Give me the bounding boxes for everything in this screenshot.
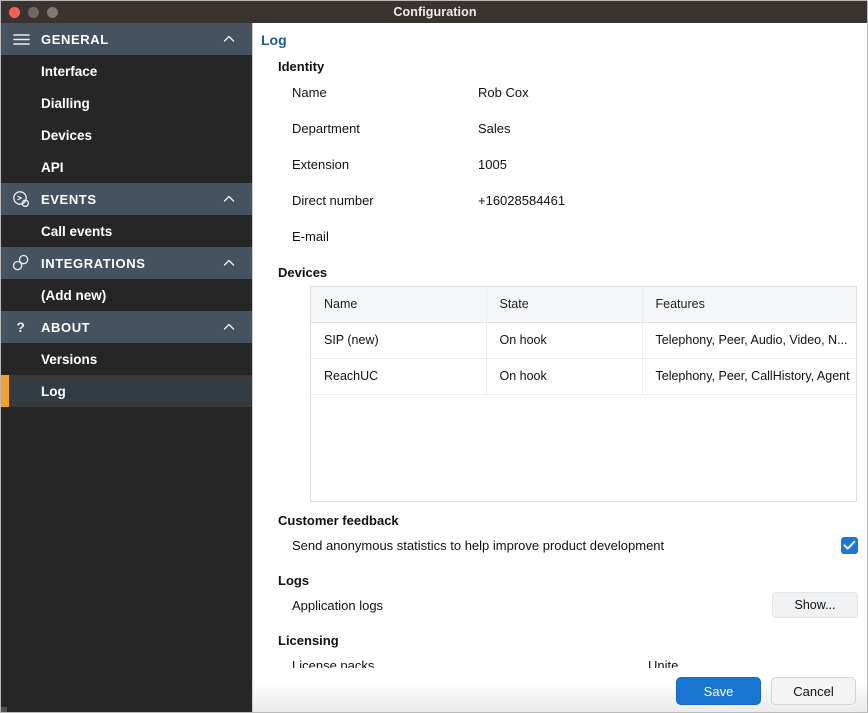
sidebar-section-label: GENERAL bbox=[41, 31, 109, 47]
call-event-icon bbox=[1, 190, 41, 208]
field-label: Name bbox=[292, 84, 327, 100]
sidebar-section-integrations[interactable]: INTEGRATIONS bbox=[1, 247, 252, 279]
table-row[interactable]: SIP (new) On hook Telephony, Peer, Audio… bbox=[311, 322, 856, 359]
svg-text:?: ? bbox=[16, 319, 25, 335]
field-value: Sales bbox=[478, 120, 511, 136]
minimize-button[interactable] bbox=[28, 6, 39, 18]
sidebar-section-about[interactable]: ? ABOUT bbox=[1, 311, 252, 343]
devices-section-title: Devices bbox=[278, 265, 328, 280]
column-header-name[interactable]: Name bbox=[311, 287, 487, 323]
chevron-up-icon[interactable] bbox=[222, 320, 236, 334]
field-value: Rob Cox bbox=[478, 84, 529, 100]
customer-feedback-row: Send anonymous statistics to help improv… bbox=[253, 528, 867, 562]
sidebar-empty-area bbox=[1, 407, 252, 707]
identity-section-title: Identity bbox=[278, 59, 325, 74]
window-titlebar: Configuration bbox=[1, 1, 867, 23]
cell-name: ReachUC bbox=[311, 358, 487, 395]
identity-row-name: Name Rob Cox bbox=[253, 74, 867, 110]
sidebar-item-dialling[interactable]: Dialling bbox=[1, 87, 252, 119]
show-logs-button[interactable]: Show... bbox=[772, 592, 858, 618]
cell-name: SIP (new) bbox=[311, 322, 487, 359]
sidebar-item-label: Interface bbox=[41, 63, 98, 79]
anonymous-statistics-checkbox[interactable] bbox=[841, 536, 858, 554]
devices-table-container: Name State Features SIP (new) On hook Te… bbox=[310, 286, 857, 502]
table-row[interactable]: ReachUC On hook Telephony, Peer, CallHis… bbox=[311, 358, 856, 395]
identity-row-extension: Extension 1005 bbox=[253, 146, 867, 182]
sidebar: GENERAL Interface Dialling Devices API E… bbox=[1, 23, 252, 712]
devices-table: Name State Features SIP (new) On hook Te… bbox=[311, 287, 856, 395]
column-header-state[interactable]: State bbox=[486, 287, 643, 323]
sidebar-section-general[interactable]: GENERAL bbox=[1, 23, 252, 55]
sidebar-item-label: Call events bbox=[41, 223, 113, 239]
sidebar-item-log[interactable]: Log bbox=[1, 375, 252, 407]
field-label: Direct number bbox=[292, 192, 374, 208]
logs-section-title: Logs bbox=[278, 573, 310, 588]
cell-state: On hook bbox=[486, 322, 643, 359]
sidebar-item-devices[interactable]: Devices bbox=[1, 119, 252, 151]
sidebar-section-events[interactable]: EVENTS bbox=[1, 183, 252, 215]
field-label: Extension bbox=[292, 156, 350, 172]
sidebar-section-label: INTEGRATIONS bbox=[41, 255, 146, 271]
field-label: E-mail bbox=[292, 228, 329, 244]
customer-feedback-label: Send anonymous statistics to help improv… bbox=[292, 537, 665, 553]
licensing-section-title: Licensing bbox=[278, 633, 339, 648]
content-panel: Log Identity Name Rob Cox Department Sal… bbox=[252, 23, 867, 712]
sidebar-item-label: Dialling bbox=[41, 95, 90, 111]
field-value: 1005 bbox=[478, 156, 507, 172]
close-button[interactable] bbox=[9, 6, 20, 18]
question-mark-icon: ? bbox=[1, 319, 41, 335]
cell-state: On hook bbox=[486, 358, 643, 395]
sidebar-nav: GENERAL Interface Dialling Devices API E… bbox=[1, 23, 252, 707]
page-title: Log bbox=[261, 32, 287, 48]
identity-row-email: E-mail bbox=[253, 218, 867, 254]
identity-row-direct-number: Direct number +16028584461 bbox=[253, 182, 867, 218]
sidebar-item-label: Log bbox=[41, 383, 66, 399]
configuration-window: Configuration GENERAL Interface Dialling… bbox=[0, 0, 868, 713]
sidebar-item-label: API bbox=[41, 159, 64, 175]
content-scroll-area: Log Identity Name Rob Cox Department Sal… bbox=[253, 23, 867, 673]
customer-feedback-section-title: Customer feedback bbox=[278, 513, 399, 528]
hamburger-icon bbox=[1, 33, 41, 46]
chevron-up-icon[interactable] bbox=[222, 256, 236, 270]
application-logs-label: Application logs bbox=[292, 597, 384, 613]
cell-features: Telephony, Peer, CallHistory, Agent bbox=[642, 358, 856, 395]
sidebar-item-label: Devices bbox=[41, 127, 93, 143]
maximize-button[interactable] bbox=[47, 6, 58, 18]
window-controls bbox=[9, 1, 58, 23]
field-label: Department bbox=[292, 120, 360, 136]
window-title: Configuration bbox=[393, 5, 477, 19]
column-header-features[interactable]: Features bbox=[642, 287, 856, 323]
cancel-button[interactable]: Cancel bbox=[771, 677, 856, 705]
field-value: +16028584461 bbox=[478, 192, 566, 208]
cell-features: Telephony, Peer, Audio, Video, N... bbox=[642, 322, 856, 359]
sidebar-item-interface[interactable]: Interface bbox=[1, 55, 252, 87]
save-button[interactable]: Save bbox=[676, 677, 761, 705]
dialog-footer: Save Cancel bbox=[253, 668, 867, 712]
sidebar-item-add-new[interactable]: (Add new) bbox=[1, 279, 252, 311]
chevron-up-icon[interactable] bbox=[222, 192, 236, 206]
sidebar-item-api[interactable]: API bbox=[1, 151, 252, 183]
sidebar-section-label: EVENTS bbox=[41, 191, 97, 207]
sidebar-item-label: Versions bbox=[41, 351, 98, 367]
chevron-up-icon[interactable] bbox=[222, 32, 236, 46]
sidebar-item-call-events[interactable]: Call events bbox=[1, 215, 252, 247]
sidebar-item-versions[interactable]: Versions bbox=[1, 343, 252, 375]
application-logs-row: Application logs Show... bbox=[253, 588, 867, 622]
link-icon bbox=[1, 254, 41, 272]
sidebar-section-label: ABOUT bbox=[41, 319, 91, 335]
table-header-row: Name State Features bbox=[311, 287, 856, 323]
selection-accent-bar bbox=[1, 375, 9, 407]
sidebar-item-label: (Add new) bbox=[41, 287, 107, 303]
identity-row-department: Department Sales bbox=[253, 110, 867, 146]
